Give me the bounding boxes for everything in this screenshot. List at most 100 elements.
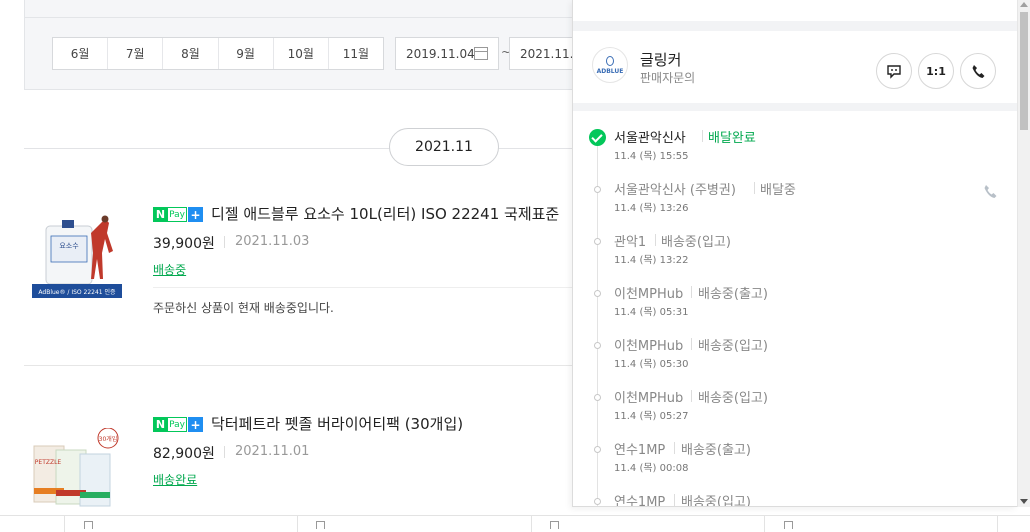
- tracking-state: 배달중: [760, 183, 796, 198]
- price-date-divider: [224, 446, 225, 458]
- tracking-time: 11.4 (목) 00:08: [614, 463, 689, 474]
- panel-scrollbar[interactable]: [1017, 0, 1030, 507]
- bottom-action-bar: [0, 515, 1030, 532]
- bottom-bar-icon[interactable]: [784, 521, 793, 529]
- calendar-icon[interactable]: [474, 47, 488, 60]
- tracking-step: 연수1MP 배송중(입고): [573, 491, 1017, 507]
- tracking-state: 배송중(입고): [661, 235, 731, 250]
- bottom-bar-divider: [297, 516, 298, 532]
- seller-contact: ADBLUE 글링커 판매자문의 1:1: [573, 31, 1017, 103]
- seller-name: 글링커: [640, 51, 682, 69]
- delivery-tracking-panel: ADBLUE 글링커 판매자문의 1:1 서울관악신사 배달완료 11.4 (목…: [572, 0, 1017, 507]
- month-button-6[interactable]: 6월: [53, 38, 109, 69]
- price-date-divider: [224, 236, 225, 248]
- start-date-input[interactable]: 2019.11.04: [395, 37, 499, 70]
- tracking-divider: [702, 130, 703, 142]
- month-button-8[interactable]: 8월: [163, 38, 219, 69]
- tracking-time: 11.4 (목) 13:22: [614, 255, 689, 266]
- seller-logo-text: ADBLUE: [596, 67, 624, 75]
- scroll-up-arrow-icon[interactable]: [1020, 2, 1028, 7]
- product-image-badge: 30개입: [99, 435, 118, 443]
- bottom-bar-icon[interactable]: [84, 521, 93, 529]
- bottom-bar-icon[interactable]: [316, 521, 325, 529]
- timeline-dot-icon: [594, 498, 601, 505]
- timeline-dot-icon: [594, 238, 601, 245]
- tracking-step: 이천MPHub 배송중(출고) 11.4 (목) 05:31: [573, 283, 1017, 335]
- chat-icon: [887, 64, 901, 79]
- filter-top-strip: [25, 0, 583, 18]
- scrollbar-thumb[interactable]: [1020, 12, 1028, 130]
- one-to-one-inquiry-button[interactable]: 1:1: [918, 53, 954, 89]
- bottom-bar-divider: [531, 516, 532, 532]
- tracking-time: 11.4 (목) 05:31: [614, 307, 689, 318]
- product-price: 82,900원: [153, 446, 215, 462]
- product-image-adblue[interactable]: 요소수 AdBlue® / ISO 22241 인증: [32, 208, 122, 298]
- tracking-divider: [674, 442, 675, 454]
- start-date-value: 2019.11.04: [406, 46, 475, 61]
- tracking-time: 11.4 (목) 15:55: [614, 151, 689, 162]
- bottom-bar-divider: [997, 516, 998, 532]
- npay-n-icon: N: [153, 207, 168, 222]
- panel-section-gap: [573, 21, 1017, 31]
- drop-icon: [606, 55, 614, 66]
- month-button-11[interactable]: 11월: [329, 38, 383, 69]
- courier-phone-icon[interactable]: [983, 184, 997, 198]
- month-button-9[interactable]: 9월: [219, 38, 274, 69]
- tracking-step: 관악1 배송중(입고) 11.4 (목) 13:22: [573, 231, 1017, 283]
- timeline-dot-icon: [594, 186, 601, 193]
- panel-section-gap: [573, 103, 1017, 111]
- tracking-location: 연수1MP: [614, 443, 666, 458]
- tracking-state: 배송중(입고): [698, 339, 768, 354]
- npay-pay-label: Pay: [168, 207, 187, 222]
- talk-talk-button[interactable]: [876, 53, 912, 89]
- call-seller-button[interactable]: [960, 53, 996, 89]
- npay-plus-icon: +: [188, 417, 203, 432]
- tracking-divider: [691, 286, 692, 298]
- tracking-location: 서울관악신사: [614, 131, 686, 146]
- tracking-location: 이천MPHub: [614, 339, 684, 354]
- tracking-step: 이천MPHub 배송중(입고) 11.4 (목) 05:27: [573, 387, 1017, 439]
- product-image-petzzle[interactable]: PETZZLE 30개입: [32, 428, 122, 518]
- timeline-dot-icon: [594, 394, 601, 401]
- period-filter: 6월 7월 8월 9월 10월 11월 2019.11.04 ~ 2021.11…: [24, 0, 589, 90]
- tracking-divider: [655, 234, 656, 246]
- timeline-dot-icon: [594, 290, 601, 297]
- tracking-time: 11.4 (목) 13:26: [614, 203, 689, 214]
- tracking-time: 11.4 (목) 05:27: [614, 411, 689, 422]
- tracking-step: 이천MPHub 배송중(입고) 11.4 (목) 05:30: [573, 335, 1017, 387]
- scroll-down-arrow-icon[interactable]: [1020, 499, 1028, 504]
- delivery-status-link[interactable]: 배송완료: [153, 471, 197, 488]
- tracking-location: 관악1: [614, 235, 647, 250]
- delivery-status-link[interactable]: 배송중: [153, 261, 186, 278]
- order-inner-divider: [153, 287, 584, 288]
- product-title[interactable]: 닥터페트라 펫졸 버라이어티팩 (30개입): [211, 413, 463, 434]
- month-header: 2021.11: [389, 128, 499, 166]
- order-date: 2021.11.03: [235, 234, 310, 249]
- phone-icon: [972, 65, 985, 78]
- seller-logo: ADBLUE: [592, 47, 628, 83]
- product-price: 39,900원: [153, 236, 215, 252]
- product-image-label: 요소수: [59, 242, 79, 250]
- tracking-state: 배송중(입고): [681, 495, 751, 507]
- order-divider: [24, 365, 584, 366]
- month-divider: [24, 148, 584, 149]
- product-image-label: PETZZLE: [35, 459, 62, 466]
- seller-inquiry-label: 판매자문의: [640, 71, 696, 85]
- month-button-7[interactable]: 7월: [108, 38, 164, 69]
- bottom-bar-icon[interactable]: [550, 521, 559, 529]
- product-title[interactable]: 디젤 애드블루 요소수 10L(리터) ISO 22241 국제표준: [211, 203, 559, 224]
- timeline-dot-icon: [594, 342, 601, 349]
- tracking-state: 배달완료: [708, 131, 756, 146]
- month-button-10[interactable]: 10월: [274, 38, 329, 69]
- tracking-location: 이천MPHub: [614, 287, 684, 302]
- bottom-bar-divider: [764, 516, 765, 532]
- tracking-divider: [691, 338, 692, 350]
- npay-plus-badge: N Pay +: [153, 417, 203, 432]
- tracking-divider: [691, 390, 692, 402]
- tracking-step: 서울관악신사 (주병권) 배달중 11.4 (목) 13:26: [573, 179, 1017, 231]
- tracking-step: 연수1MP 배송중(출고) 11.4 (목) 00:08: [573, 439, 1017, 491]
- tracking-location: 서울관악신사 (주병권): [614, 183, 736, 198]
- tracking-time: 11.4 (목) 05:30: [614, 359, 689, 370]
- bottom-bar-divider: [64, 516, 65, 532]
- tracking-divider: [674, 494, 675, 506]
